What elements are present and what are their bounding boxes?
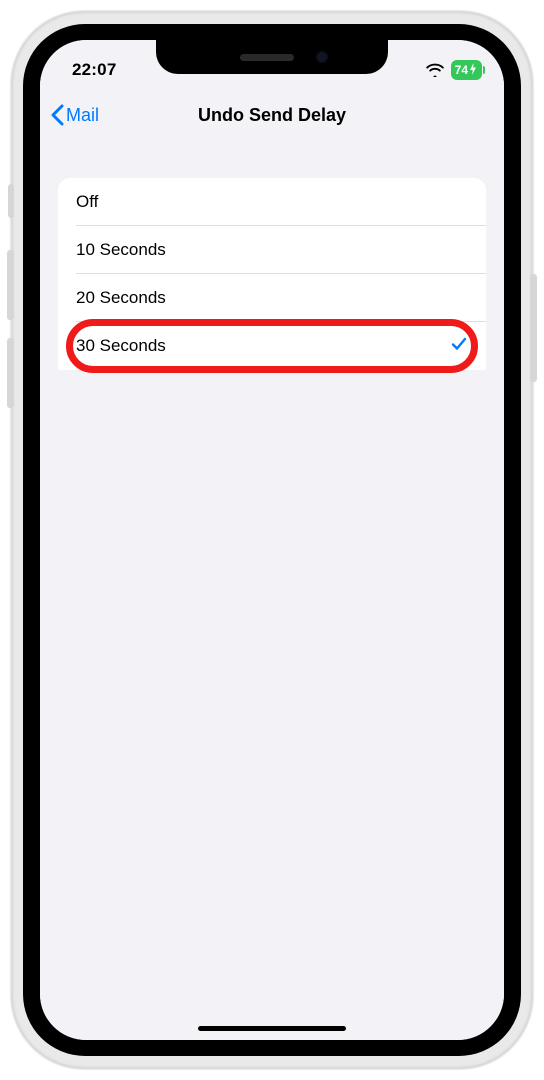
home-indicator[interactable] bbox=[198, 1026, 346, 1031]
speaker-grille bbox=[240, 54, 294, 61]
option-row[interactable]: 10 Seconds bbox=[58, 226, 486, 274]
checkmark-icon bbox=[450, 335, 468, 358]
option-label: 10 Seconds bbox=[76, 240, 166, 260]
option-label: 20 Seconds bbox=[76, 288, 166, 308]
bezel: 22:07 74 bbox=[23, 24, 521, 1056]
phone-frame: 22:07 74 bbox=[12, 12, 532, 1068]
chevron-left-icon bbox=[50, 104, 64, 126]
status-right: 74 bbox=[425, 50, 482, 80]
page: 22:07 74 bbox=[0, 0, 544, 1080]
back-label: Mail bbox=[66, 105, 99, 126]
option-row[interactable]: Off bbox=[58, 178, 486, 226]
status-time: 22:07 bbox=[72, 50, 116, 80]
volume-up-button bbox=[7, 250, 14, 320]
content: Off 10 Seconds 20 Seconds 30 Seconds bbox=[40, 140, 504, 1040]
options-list: Off 10 Seconds 20 Seconds 30 Seconds bbox=[58, 178, 486, 370]
battery-indicator: 74 bbox=[451, 60, 482, 80]
front-camera bbox=[316, 51, 328, 63]
battery-text: 74 bbox=[455, 63, 468, 77]
charging-bolt-icon bbox=[469, 63, 477, 78]
nav-bar: Mail Undo Send Delay bbox=[40, 90, 504, 140]
notch bbox=[156, 40, 388, 74]
page-title: Undo Send Delay bbox=[198, 105, 346, 126]
volume-down-button bbox=[7, 338, 14, 408]
screen: 22:07 74 bbox=[40, 40, 504, 1040]
option-label: Off bbox=[76, 192, 98, 212]
back-button[interactable]: Mail bbox=[50, 90, 99, 140]
option-label: 30 Seconds bbox=[76, 336, 166, 356]
option-row[interactable]: 30 Seconds bbox=[58, 322, 486, 370]
option-row[interactable]: 20 Seconds bbox=[58, 274, 486, 322]
power-button bbox=[530, 274, 537, 382]
silence-switch bbox=[8, 184, 14, 218]
wifi-icon bbox=[425, 63, 445, 77]
